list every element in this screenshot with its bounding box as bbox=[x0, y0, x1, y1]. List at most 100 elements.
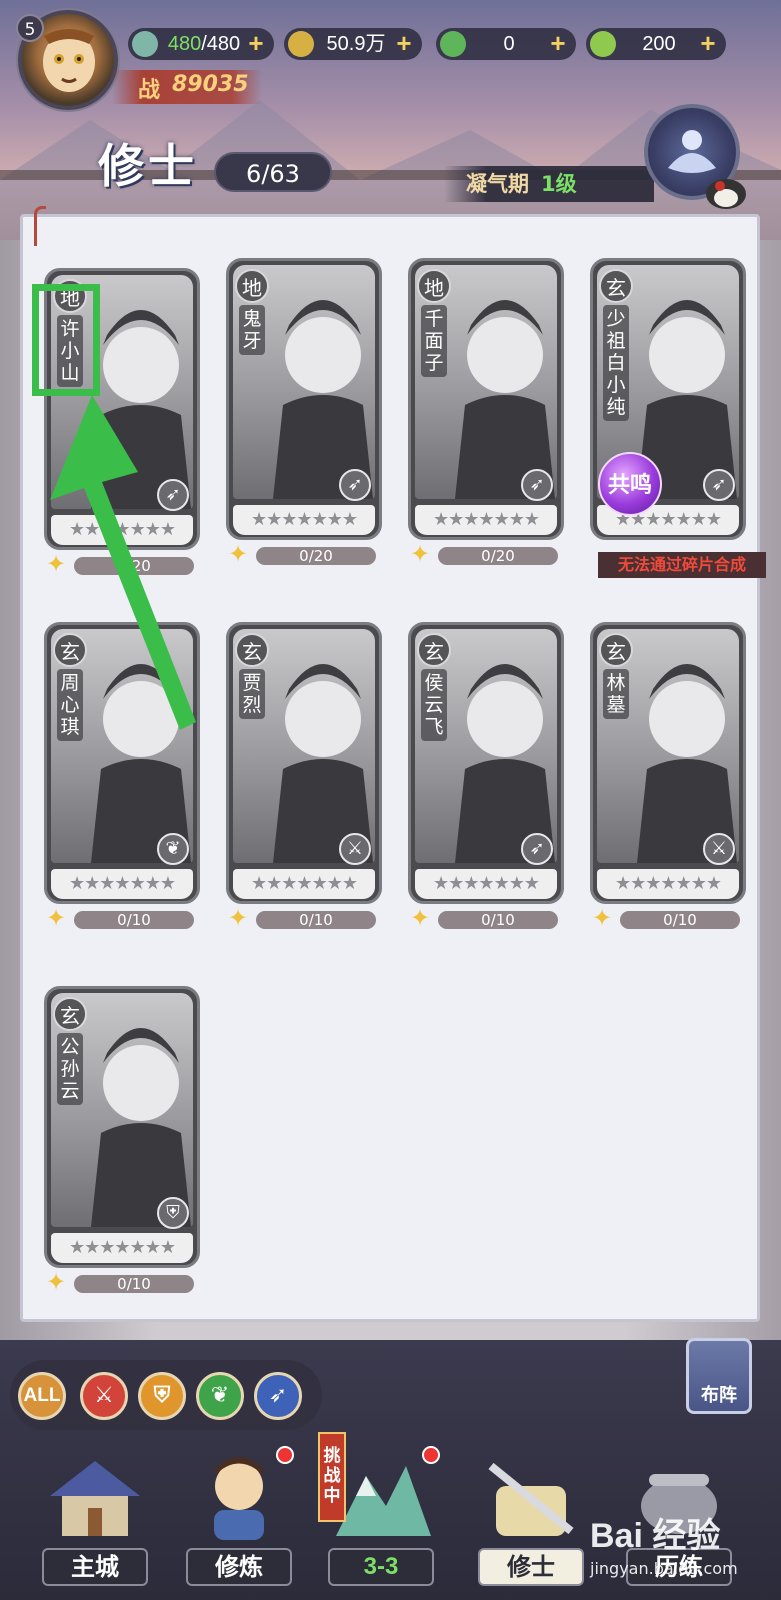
power-value: 89035 bbox=[172, 72, 249, 97]
panel-clip bbox=[34, 206, 46, 246]
add-coin-button[interactable]: + bbox=[392, 30, 416, 57]
cannot-synthesize-note: 无法通过碎片合成 bbox=[598, 552, 766, 578]
character-name: 林墓 bbox=[603, 669, 629, 719]
stamina-icon bbox=[132, 31, 158, 57]
fragment-progress: ✦ 0/10 bbox=[228, 904, 380, 932]
shield-icon: ⛨ bbox=[153, 1383, 171, 1408]
character-name: 侯云飞 bbox=[421, 669, 447, 741]
bird-icon bbox=[706, 179, 746, 209]
filter-support-button[interactable]: ❦ bbox=[196, 1372, 244, 1420]
stamina-max: /480 bbox=[201, 33, 241, 55]
cultivator-card[interactable]: 玄林墓 ⚔ ★★★★★★★ bbox=[590, 622, 746, 904]
stamina-current: 480 bbox=[167, 33, 202, 55]
filter-defense-button[interactable]: ⛨ bbox=[138, 1372, 186, 1420]
fragment-count: 0/20 bbox=[438, 547, 558, 565]
leaf-icon: ❦ bbox=[157, 833, 189, 865]
grade-badge: 玄 bbox=[53, 997, 87, 1031]
fragment-progress: ✦ 0/20 bbox=[228, 540, 380, 568]
add-spirit-stone-button[interactable]: + bbox=[546, 30, 570, 57]
formation-button[interactable]: 布阵 bbox=[686, 1338, 752, 1414]
puzzle-icon: ✦ bbox=[228, 904, 249, 932]
cultivator-card[interactable]: 玄侯云飞 ➶ ★★★★★★★ bbox=[408, 622, 564, 904]
watermark-brand: Bai 经验 bbox=[590, 1517, 721, 1555]
character-name: 千面子 bbox=[421, 305, 447, 377]
character-name: 少祖白小纯 bbox=[603, 305, 629, 421]
cultivator-count: 6/63 bbox=[214, 152, 332, 192]
add-stamina-button[interactable]: + bbox=[244, 30, 268, 57]
fragment-count: 0/10 bbox=[438, 911, 558, 929]
sword-icon: ⚔ bbox=[94, 1383, 114, 1408]
bow-icon: ➶ bbox=[521, 469, 553, 501]
cultivator-card[interactable]: 地千面子 ➶ ★★★★★★★ bbox=[408, 258, 564, 540]
grade-badge: 玄 bbox=[599, 269, 633, 303]
leaf-icon bbox=[590, 31, 616, 57]
star-rating: ★★★★★★★ bbox=[51, 869, 193, 899]
grade-badge: 地 bbox=[235, 269, 269, 303]
puzzle-icon: ✦ bbox=[410, 540, 431, 568]
star-rating: ★★★★★★★ bbox=[597, 869, 739, 899]
sword-icon: ⚔ bbox=[703, 833, 735, 865]
player-level: 5 bbox=[16, 14, 44, 42]
shield-icon: ⛨ bbox=[157, 1197, 189, 1229]
leaf-icon: ❦ bbox=[210, 1383, 230, 1408]
realm-level: 1级 bbox=[541, 172, 577, 196]
challenge-badge: 挑战中 bbox=[318, 1432, 346, 1522]
filter-all-button[interactable]: ALL bbox=[18, 1372, 66, 1420]
cultivator-card[interactable]: 玄贾烈 ⚔ ★★★★★★★ bbox=[226, 622, 382, 904]
arrow-annotation bbox=[50, 395, 196, 730]
filter-attack-button[interactable]: ⚔ bbox=[80, 1372, 128, 1420]
puzzle-icon: ✦ bbox=[592, 904, 613, 932]
stamina-resource[interactable]: 480/480 + bbox=[128, 28, 274, 60]
fragment-progress: ✦ 0/10 bbox=[46, 1270, 198, 1294]
star-rating: ★★★★★★★ bbox=[415, 505, 557, 535]
puzzle-icon: ✦ bbox=[228, 540, 249, 568]
star-rating: ★★★★★★★ bbox=[415, 869, 557, 899]
fragment-count: 0/10 bbox=[74, 1275, 194, 1293]
monkey-face-icon bbox=[43, 29, 95, 92]
power-label: 战 bbox=[138, 78, 161, 103]
grade-badge: 玄 bbox=[599, 633, 633, 667]
realm-name: 凝气期 bbox=[466, 172, 529, 196]
sword-icon: ⚔ bbox=[339, 833, 371, 865]
nav-cultivators[interactable]: 修士 bbox=[456, 1436, 606, 1600]
resonance-badge: 共鸣 bbox=[598, 452, 662, 516]
add-leaf-button[interactable]: + bbox=[696, 30, 720, 57]
cultivator-card[interactable]: 地鬼牙 ➶ ★★★★★★★ bbox=[226, 258, 382, 540]
grade-badge: 玄 bbox=[235, 633, 269, 667]
character-name: 公孙云 bbox=[57, 1033, 83, 1105]
notification-dot bbox=[276, 1446, 294, 1464]
fragment-progress: ✦ 0/20 bbox=[410, 540, 562, 568]
watermark-url: jingyan.baidu.com bbox=[590, 1559, 738, 1578]
nav-label: 修炼 bbox=[186, 1548, 292, 1586]
star-rating: ★★★★★★★ bbox=[51, 1233, 193, 1263]
nav-cultivate[interactable]: 修炼 bbox=[164, 1436, 314, 1600]
fragment-progress: ✦ 0/10 bbox=[46, 904, 198, 932]
nav-main-city[interactable]: 主城 bbox=[20, 1436, 170, 1600]
sword-scroll-icon bbox=[488, 1462, 574, 1536]
character-name: 鬼牙 bbox=[239, 305, 265, 355]
realm-banner: 凝气期 1级 bbox=[444, 166, 654, 202]
leaf-resource[interactable]: 200 + bbox=[586, 28, 726, 60]
spirit-stone-value: 0 bbox=[503, 33, 515, 55]
puzzle-icon: ✦ bbox=[410, 904, 431, 932]
character-name: 贾烈 bbox=[239, 669, 265, 719]
leaf-value: 200 bbox=[642, 33, 676, 55]
fragment-count: 0/10 bbox=[620, 911, 740, 929]
spirit-stone-icon bbox=[440, 31, 466, 57]
bow-icon: ➶ bbox=[521, 833, 553, 865]
bow-icon: ➶ bbox=[339, 469, 371, 501]
coin-resource[interactable]: 50.9万 + bbox=[284, 28, 422, 60]
bow-icon: ➶ bbox=[703, 469, 735, 501]
star-rating: ★★★★★★★ bbox=[233, 505, 375, 535]
spirit-stone-resource[interactable]: 0 + bbox=[436, 28, 576, 60]
puzzle-icon: ✦ bbox=[46, 904, 67, 932]
page-title: 修士 bbox=[98, 139, 198, 193]
fragment-count: 0/10 bbox=[256, 911, 376, 929]
cultivator-card[interactable]: 玄公孙云 ⛨ ★★★★★★★ bbox=[44, 986, 200, 1268]
filter-ranged-button[interactable]: ➶ bbox=[254, 1372, 302, 1420]
fragment-progress: ✦ 0/10 bbox=[592, 904, 744, 932]
highlight-box bbox=[32, 284, 100, 396]
nav-label: 修士 bbox=[478, 1548, 584, 1586]
nav-label: 主城 bbox=[42, 1548, 148, 1586]
grade-badge: 玄 bbox=[417, 633, 451, 667]
